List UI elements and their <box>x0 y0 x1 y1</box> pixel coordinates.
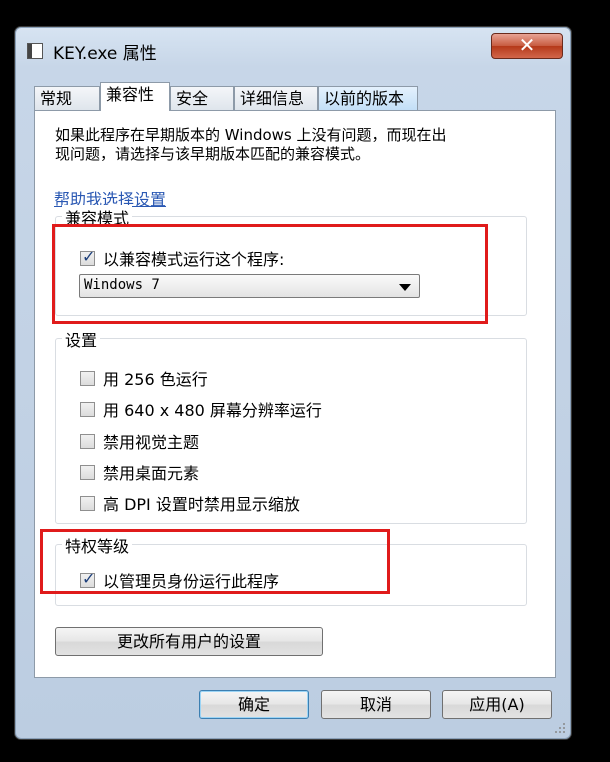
settings-title: 设置 <box>62 327 101 351</box>
setting-256-colors[interactable]: 用 256 色运行 <box>80 366 208 390</box>
setting-disable-desktop-label: 禁用桌面元素 <box>103 464 200 483</box>
tab-compatibility[interactable]: 兼容性 <box>100 82 170 111</box>
compat-mode-highlight-box <box>52 224 488 324</box>
tab-previous-versions[interactable]: 以前的版本 <box>318 86 418 110</box>
app-icon <box>27 43 43 59</box>
description-line-2: 现问题，请选择与该早期版本匹配的兼容模式。 <box>55 145 371 163</box>
setting-disable-themes[interactable]: 禁用视觉主题 <box>80 429 199 453</box>
setting-disable-themes-checkbox[interactable] <box>80 433 95 449</box>
resize-grip-icon[interactable] <box>554 722 566 734</box>
tab-details[interactable]: 详细信息 <box>234 86 318 110</box>
description-line-1: 如果此程序在早期版本的 Windows 上没有问题，而现在出 <box>55 126 447 144</box>
setting-disable-dpi-scaling-label: 高 DPI 设置时禁用显示缩放 <box>103 495 300 514</box>
title-bar[interactable]: KEY.exe 属性 ✕ <box>15 27 571 71</box>
close-icon: ✕ <box>518 33 536 57</box>
privilege-highlight-box <box>40 529 390 594</box>
setting-disable-desktop[interactable]: 禁用桌面元素 <box>80 460 199 484</box>
setting-640x480-checkbox[interactable] <box>80 401 95 417</box>
setting-disable-dpi-scaling[interactable]: 高 DPI 设置时禁用显示缩放 <box>80 491 300 515</box>
setting-640x480[interactable]: 用 640 x 480 屏幕分辨率运行 <box>80 397 322 421</box>
setting-disable-themes-label: 禁用视觉主题 <box>103 433 200 452</box>
setting-disable-dpi-scaling-checkbox[interactable] <box>80 495 95 511</box>
tab-general[interactable]: 常规 <box>34 86 100 110</box>
description: 如果此程序在早期版本的 Windows 上没有问题，而现在出 现问题，请选择与该… <box>55 126 555 164</box>
cancel-button[interactable]: 取消 <box>321 690 431 719</box>
tab-security[interactable]: 安全 <box>170 86 234 110</box>
change-all-users-button[interactable]: 更改所有用户的设置 <box>55 627 323 656</box>
close-button[interactable]: ✕ <box>491 33 563 59</box>
window-title: KEY.exe 属性 <box>53 44 157 64</box>
ok-button[interactable]: 确定 <box>199 690 309 719</box>
apply-button[interactable]: 应用(A) <box>442 690 552 719</box>
setting-256-colors-checkbox[interactable] <box>80 370 95 386</box>
setting-256-colors-label: 用 256 色运行 <box>103 370 208 389</box>
setting-disable-desktop-checkbox[interactable] <box>80 464 95 480</box>
setting-640x480-label: 用 640 x 480 屏幕分辨率运行 <box>103 401 322 420</box>
